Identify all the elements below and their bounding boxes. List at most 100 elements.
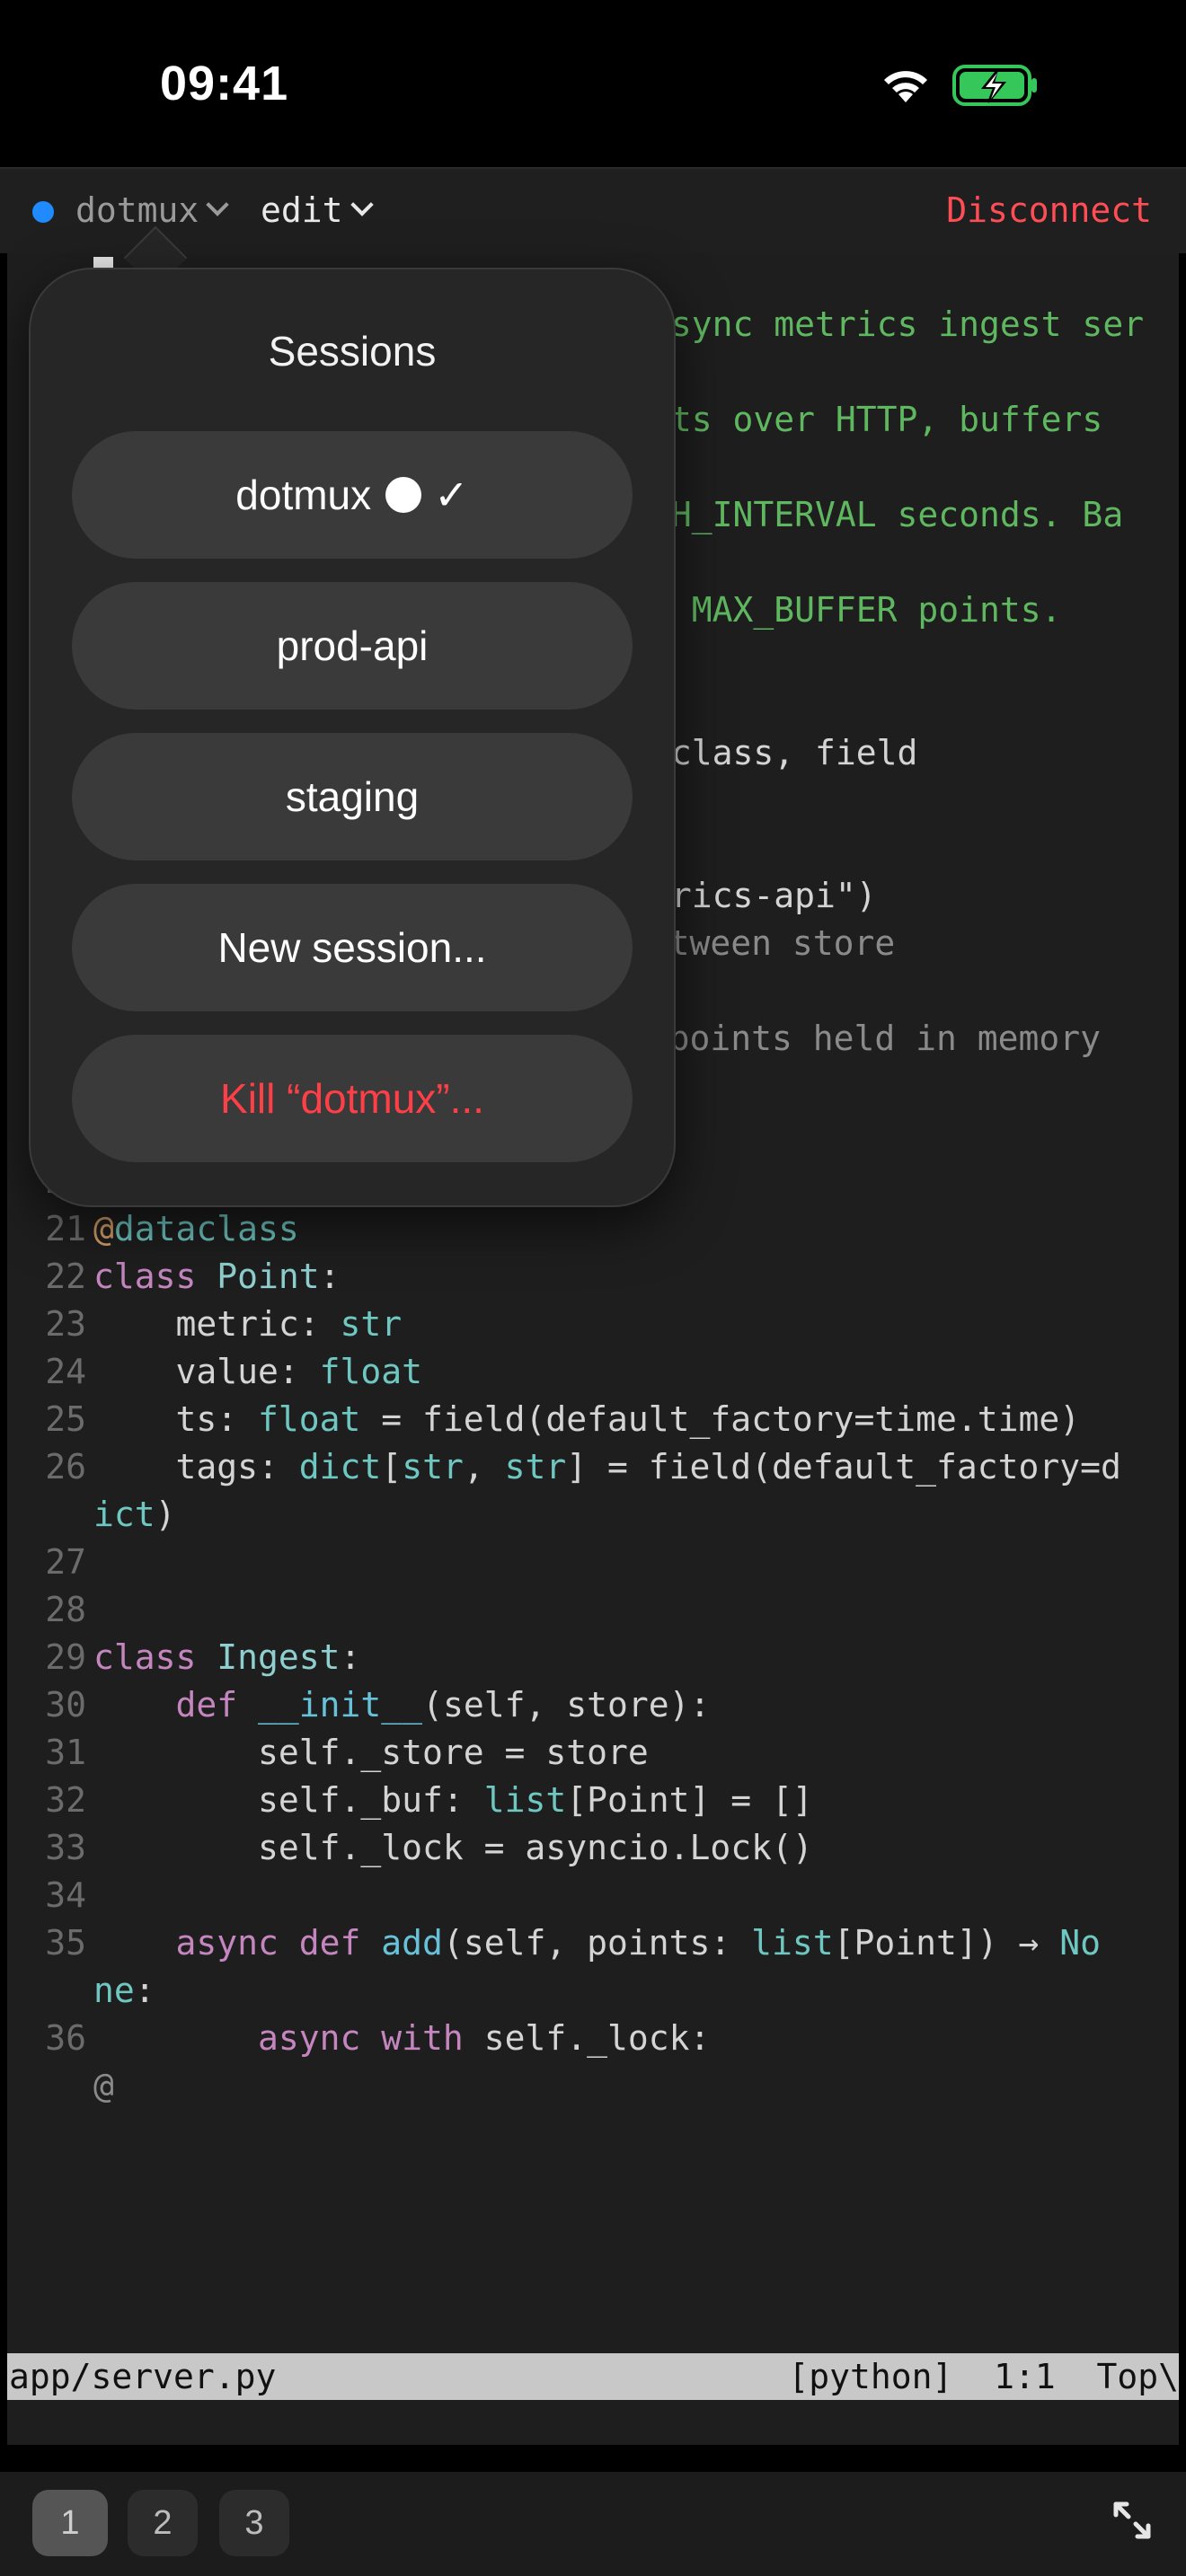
expand-arrows-icon[interactable] [1111,2499,1154,2542]
code-token: tags: [93,1447,299,1486]
code-token: self._store = store [93,1733,649,1772]
code-token: [ [381,1447,403,1486]
code-token: self._lock: [483,2018,711,2058]
code-token: ne [93,1971,135,2010]
line-number: 36 [45,2018,86,2058]
code-token: self._buf: [93,1780,484,1820]
checkmark-icon: ✓ [434,472,469,518]
session-switcher-label: dotmux [75,190,199,230]
code-text: ne: [93,1967,155,2015]
chevron-down-icon [206,193,230,216]
code-token: No [1059,1923,1102,1963]
code-token: ts: [93,1399,259,1439]
terminal-top-bar: dotmux edit Disconnect [0,167,1186,253]
active-session-dot-icon [385,477,422,513]
new-session-label: New session... [217,924,487,971]
line-number: 28 [45,1590,86,1629]
status-file-info: [python] 1:1 Top\ [788,2357,1179,2396]
code-token: @ [93,2066,114,2105]
code-token: self._lock = asyncio.Lock() [93,1828,813,1867]
code-token: @ [93,1209,114,1248]
code-token: ) [155,1495,176,1534]
line-number: 35 [45,1923,86,1963]
code-text: self._lock = asyncio.Lock() [93,1824,813,1872]
code-text: def __init__(self, store): [93,1681,711,1729]
code-text: async with self._lock: [93,2015,710,2062]
window-tab-3[interactable]: 3 [219,2490,289,2556]
code-token: add [381,1923,443,1963]
line-number [7,2062,93,2110]
code-text: class Ingest: [93,1634,360,1681]
code-token: [Point] = [] [566,1780,813,1820]
code-line: 32 self._buf: list[Point] = [] [7,1777,1179,1824]
code-line: 29 class Ingest: [7,1634,1179,1681]
code-token: async with [258,2018,484,2058]
code-line: 34 [7,1872,1179,1919]
code-line: 36 async with self._lock: [7,2015,1179,2062]
session-item-label: prod-api [276,622,429,669]
code-text: ts: float = field(default_factory=time.t… [93,1396,1081,1443]
window-tab-1[interactable]: 1 [32,2490,108,2556]
window-switcher[interactable]: edit [261,190,374,230]
line-number: 25 [45,1399,86,1439]
code-text: @ [93,2062,114,2110]
code-token: , [463,1447,505,1486]
battery-charging-icon [952,65,1037,106]
code-token: def [175,1685,259,1725]
code-line: 23 metric: str [7,1301,1179,1348]
new-session-button[interactable]: New session... [72,884,633,1011]
code-line: 24 value: float [7,1348,1179,1396]
code-token: [Point]) → [833,1923,1060,1963]
session-item-label: dotmux [235,472,372,518]
code-line: 25 ts: float = field(default_factory=tim… [7,1396,1179,1443]
window-tab-2[interactable]: 2 [128,2490,198,2556]
code-token: (self, points: [442,1923,752,1963]
code-line: 35 async def add(self, points: list[Poin… [7,1919,1179,1967]
line-number [7,1491,93,1539]
window-switcher-label: edit [261,190,343,230]
code-token: : [340,1637,361,1677]
code-token: str [402,1447,464,1486]
code-text: ict) [93,1491,176,1539]
code-text: self._store = store [93,1729,649,1777]
code-token: trics-api") [651,876,877,915]
disconnect-button[interactable]: Disconnect [946,190,1152,230]
session-switcher[interactable]: dotmux [75,190,230,230]
code-token: class [93,1637,217,1677]
code-token: class [93,1257,217,1296]
code-token: dataclass [113,1209,299,1248]
line-number: 29 [45,1637,86,1677]
code-token: ict [93,1495,155,1534]
code-token: str [340,1304,403,1344]
code-token: (self, store): [422,1685,711,1725]
code-text: async def add(self, points: list[Point])… [93,1919,1102,1967]
code-token: : [134,1971,155,2010]
line-number: 24 [45,1352,86,1391]
code-token: value: [93,1352,320,1391]
code-line: 27 [7,1539,1179,1586]
code-token: float [258,1399,361,1439]
status-file-name: app/server.py [9,2357,277,2396]
code-text: class Point: [93,1253,341,1301]
kill-session-button[interactable]: Kill “dotmux”... [72,1035,633,1162]
code-line: 28 [7,1586,1179,1634]
code-line: 22 class Point: [7,1253,1179,1301]
window-tab-bar: 1 2 3 [0,2472,1186,2576]
code-token: list [483,1780,567,1820]
code-token: list [751,1923,834,1963]
code-token: async metrics ingest ser [651,304,1145,344]
session-item-staging[interactable]: staging [72,733,633,860]
line-number: 23 [45,1304,86,1344]
code-text: tags: dict[str, str] = field(default_fac… [93,1443,1121,1491]
vim-status-line: app/server.py [python] 1:1 Top\ [7,2353,1179,2400]
code-token: dict [298,1447,382,1486]
session-item-dotmux[interactable]: dotmux ✓ [72,431,633,559]
session-item-prod-api[interactable]: prod-api [72,582,633,710]
code-line: ict) [7,1491,1179,1539]
code-text: metric: str [93,1301,403,1348]
session-item-label: staging [285,773,420,820]
code-text: value: float [93,1348,423,1396]
sessions-popover: Sessions dotmux ✓ prod-api staging New s… [29,268,676,1207]
